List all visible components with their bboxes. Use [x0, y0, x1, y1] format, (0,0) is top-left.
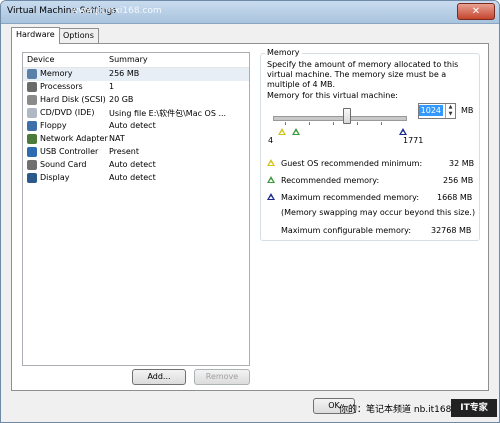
hard-disk-icon — [27, 95, 37, 105]
device-summary: Present — [109, 147, 140, 156]
device-row-memory[interactable]: Memory 256 MB — [23, 68, 249, 81]
device-row-display[interactable]: Display Auto detect — [23, 172, 249, 185]
memory-group: Memory Specify the amount of memory allo… — [260, 48, 480, 241]
device-list[interactable]: Device Summary Memory 256 MB Processors 1 Ha… — [22, 52, 250, 366]
recommended-icon — [267, 176, 275, 183]
processor-icon — [27, 82, 37, 92]
device-name: Network Adapter — [40, 134, 108, 143]
max-recommended-icon — [267, 193, 275, 200]
add-button[interactable]: Add... — [132, 369, 186, 385]
device-row-processors[interactable]: Processors 1 — [23, 81, 249, 94]
hardware-panel: Device Summary Memory 256 MB Processors 1 Ha… — [11, 43, 489, 391]
device-row-floppy[interactable]: Floppy Auto detect — [23, 120, 249, 133]
site-logo: IT专家 — [451, 399, 497, 417]
recommended-value: 256 MB — [443, 176, 474, 185]
device-row-network-adapter[interactable]: Network Adapter NAT — [23, 133, 249, 146]
guest-min-icon — [267, 159, 275, 166]
memory-spinbox[interactable]: 1024 ▲ ▼ — [418, 103, 456, 119]
watermark-text: www.pcmxi168.com — [71, 6, 162, 16]
device-summary: Auto detect — [109, 160, 156, 169]
slider-max-label: 1771 — [403, 136, 424, 145]
slider-tick — [357, 122, 358, 125]
device-summary: Using file E:\软件包\Mac OS ... — [109, 109, 227, 118]
device-row-usb-controller[interactable]: USB Controller Present — [23, 146, 249, 159]
display-icon — [27, 173, 37, 183]
max-configurable-value: 32768 MB — [431, 226, 472, 235]
tab-options[interactable]: Options — [58, 28, 99, 43]
device-name: Memory — [40, 69, 73, 78]
memory-value-input[interactable]: 1024 — [419, 105, 443, 116]
memory-group-title: Memory — [265, 48, 302, 57]
slider-min-label: 4 — [268, 136, 274, 145]
device-summary: Auto detect — [109, 173, 156, 182]
max-recommended-marker-icon — [399, 128, 407, 135]
device-column-header: Device — [27, 55, 55, 64]
max-recommended-value: 1668 MB — [437, 193, 473, 202]
title-bar[interactable]: Virtual Machine Settings www.pcmxi168.co… — [1, 1, 499, 24]
device-name: Sound Card — [40, 160, 87, 169]
memory-slider-label: Memory for this virtual machine: — [267, 91, 398, 100]
summary-column-header: Summary — [109, 55, 148, 64]
close-button[interactable]: ✕ — [457, 3, 495, 20]
memory-description: Specify the amount of memory allocated t… — [267, 60, 459, 89]
memory-slider-thumb[interactable] — [343, 108, 351, 124]
device-name: USB Controller — [40, 147, 99, 156]
device-name: Hard Disk (SCSI) — [40, 95, 106, 104]
vm-settings-window: Virtual Machine Settings www.pcmxi168.co… — [0, 0, 500, 423]
device-summary: 1 — [109, 82, 115, 91]
network-adapter-icon — [27, 134, 37, 144]
device-name: Display — [40, 173, 70, 182]
sound-card-icon — [27, 160, 37, 170]
usb-controller-icon — [27, 147, 37, 157]
slider-tick — [381, 122, 382, 125]
device-name: Processors — [40, 82, 83, 91]
device-summary: 256 MB — [109, 69, 140, 78]
device-summary: 20 GB — [109, 95, 134, 104]
spin-buttons[interactable]: ▲ ▼ — [445, 104, 455, 118]
device-summary: NAT — [109, 134, 125, 143]
device-name: Floppy — [40, 121, 67, 130]
max-recommended-label: Maximum recommended memory: — [281, 193, 420, 202]
slider-tick — [285, 122, 286, 125]
guest-min-label: Guest OS recommended minimum: — [281, 159, 423, 168]
spin-down-icon[interactable]: ▼ — [446, 111, 455, 118]
spin-up-icon[interactable]: ▲ — [446, 104, 455, 111]
slider-tick — [309, 122, 310, 125]
cd-dvd-icon — [27, 108, 37, 118]
device-row-hard-disk-scsi[interactable]: Hard Disk (SCSI) 20 GB — [23, 94, 249, 107]
max-configurable-label: Maximum configurable memory: — [281, 226, 412, 235]
tab-hardware[interactable]: Hardware — [11, 27, 60, 44]
device-summary: Auto detect — [109, 121, 156, 130]
device-row-sound-card[interactable]: Sound Card Auto detect — [23, 159, 249, 172]
device-list-header: Device Summary — [23, 53, 249, 68]
swap-note: (Memory swapping may occur beyond this s… — [281, 208, 476, 217]
recommended-label: Recommended memory: — [281, 176, 380, 185]
memory-icon — [27, 69, 37, 79]
guest-min-marker-icon — [278, 128, 286, 135]
remove-button[interactable]: Remove — [194, 369, 250, 385]
slider-tick — [333, 122, 334, 125]
device-row-cd-dvd-ide[interactable]: CD/DVD (IDE) Using file E:\软件包\Mac OS ... — [23, 107, 249, 120]
memory-slider-track[interactable] — [273, 116, 407, 121]
close-icon: ✕ — [471, 6, 481, 17]
guest-min-value: 32 MB — [449, 159, 475, 168]
memory-unit-label: MB — [461, 106, 474, 115]
recommended-marker-icon — [292, 128, 300, 135]
floppy-icon — [27, 121, 37, 131]
device-name: CD/DVD (IDE) — [40, 108, 95, 117]
